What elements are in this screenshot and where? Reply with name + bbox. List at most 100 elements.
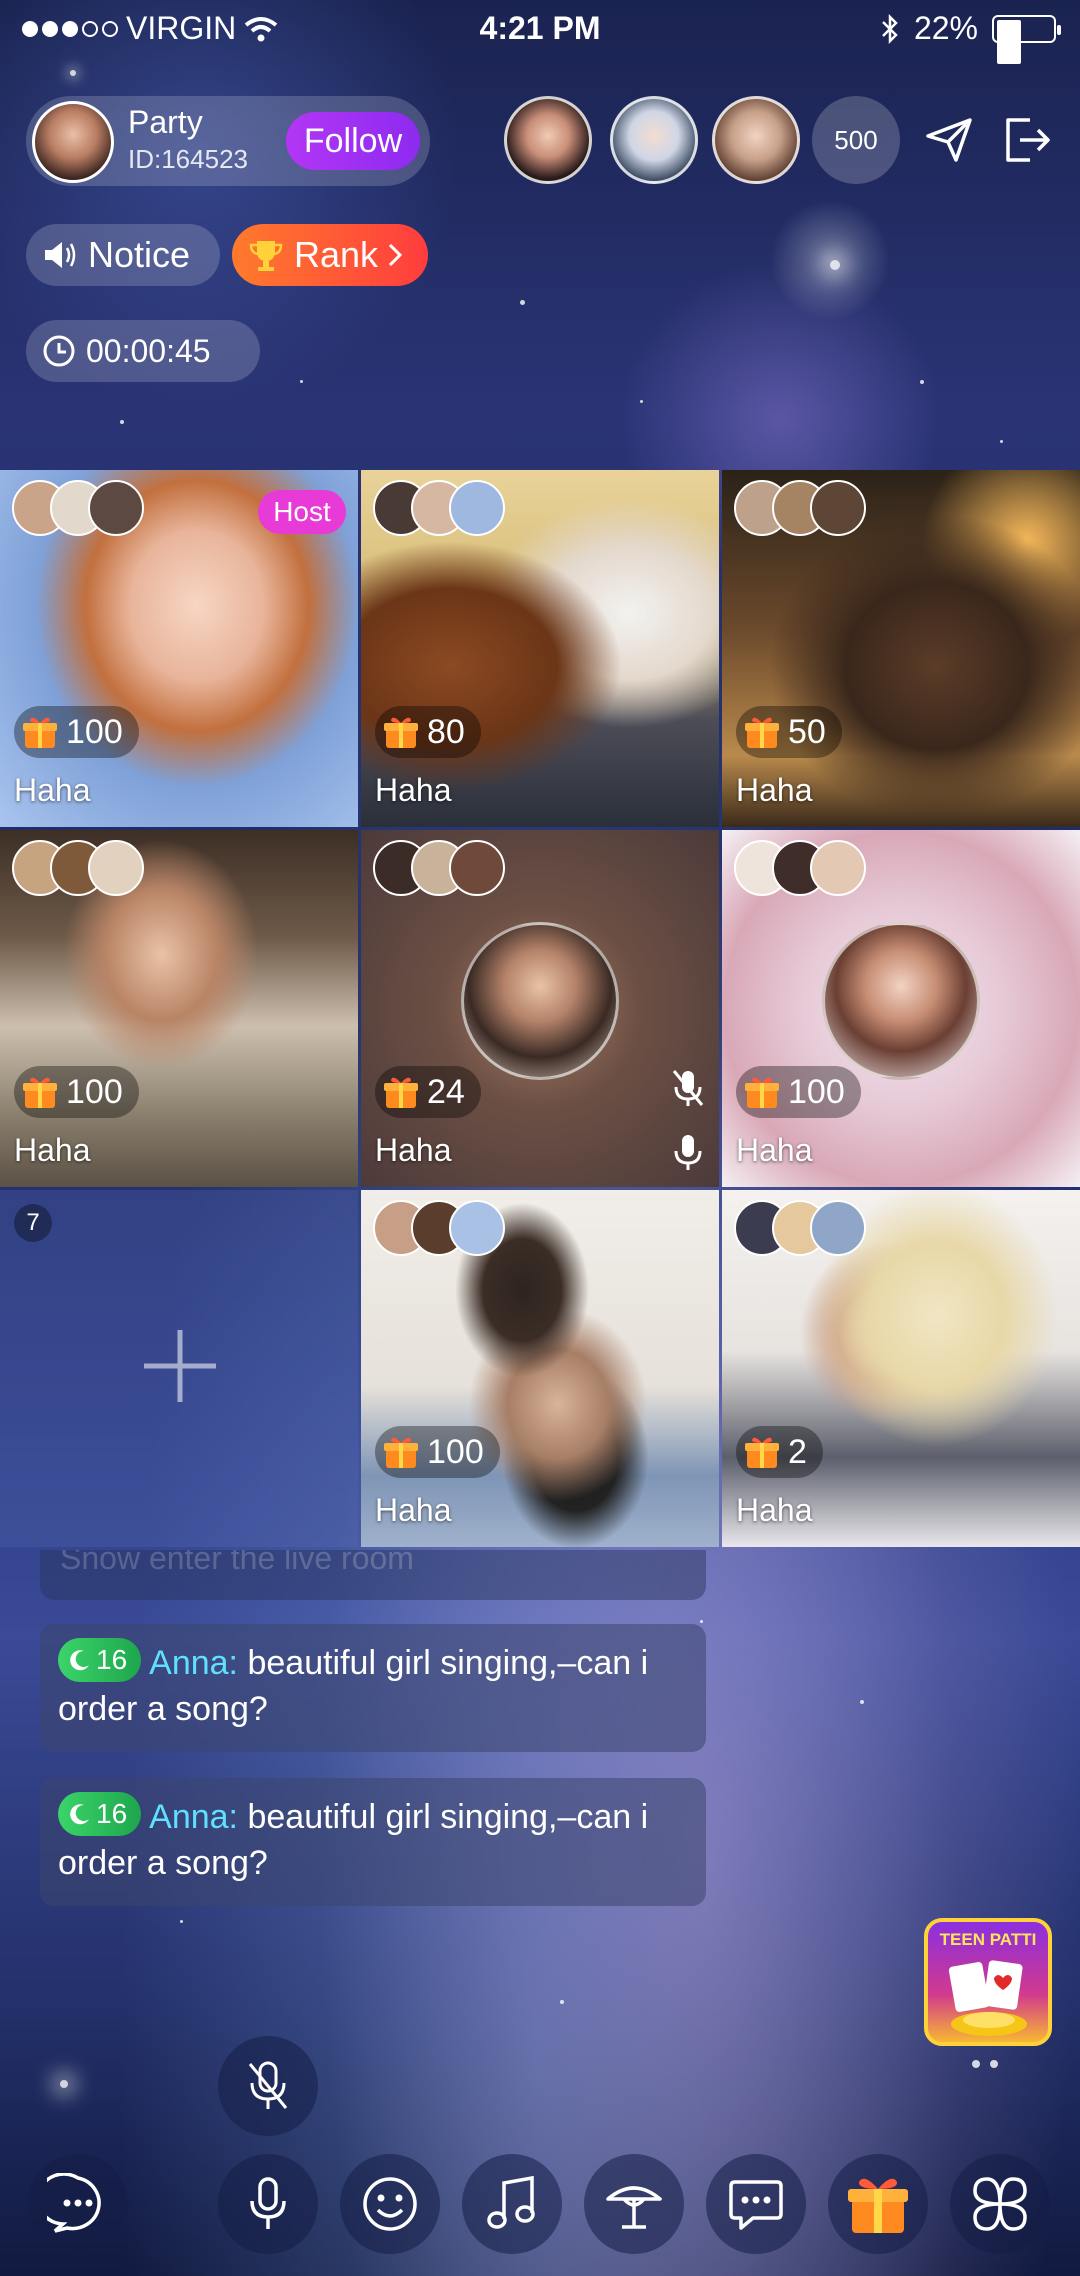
gift-count: 80 bbox=[427, 712, 465, 751]
gift-button[interactable] bbox=[828, 2154, 928, 2254]
level-number: 16 bbox=[96, 1644, 128, 1675]
seat-grid: Host 100 Haha 80 Haha 50 Haha 100 Haha 2… bbox=[0, 470, 1080, 1548]
exit-icon[interactable] bbox=[1000, 114, 1054, 166]
message-button[interactable] bbox=[706, 2154, 806, 2254]
chat-button[interactable] bbox=[28, 2154, 128, 2254]
supporter-avatar bbox=[810, 480, 866, 536]
mic-icon bbox=[674, 1135, 702, 1170]
moon-icon bbox=[70, 1650, 89, 1671]
seat-avatar bbox=[822, 922, 980, 1080]
seat[interactable]: 80 Haha bbox=[361, 470, 719, 827]
gift-icon bbox=[384, 1437, 418, 1468]
seat-avatar bbox=[461, 922, 619, 1080]
gift-icon bbox=[745, 1437, 779, 1468]
room-id: ID:164523 bbox=[128, 144, 248, 174]
viewer-avatar[interactable] bbox=[504, 96, 592, 184]
gift-count: 2 bbox=[788, 1432, 807, 1471]
gift-count-badge: 100 bbox=[14, 1066, 139, 1118]
more-apps-icon bbox=[973, 2177, 1027, 2231]
seat-supporters bbox=[734, 840, 866, 896]
empty-seat[interactable]: 7 bbox=[0, 1190, 358, 1547]
viewer-avatar[interactable] bbox=[610, 96, 698, 184]
share-icon[interactable] bbox=[924, 114, 976, 166]
gift-icon bbox=[384, 717, 418, 748]
teen-patti-game-button[interactable]: TEEN PATTI bbox=[924, 1918, 1052, 2046]
music-icon bbox=[487, 2175, 535, 2229]
lamp-icon bbox=[606, 2186, 662, 2229]
gift-count-badge: 2 bbox=[736, 1426, 823, 1478]
notice-button[interactable]: Notice bbox=[26, 224, 220, 286]
chat-username[interactable]: Anna: bbox=[149, 1644, 238, 1682]
seat[interactable]: 24 Haha bbox=[361, 830, 719, 1187]
mic-muted-icon bbox=[672, 1070, 704, 1106]
room-name: Party bbox=[128, 104, 203, 140]
gift-count: 100 bbox=[427, 1432, 484, 1471]
cards-icon bbox=[948, 1960, 1027, 2036]
seat[interactable]: 100 Haha bbox=[0, 830, 358, 1187]
chat-message[interactable]: 16 Anna: beautiful girl singing,–can i o… bbox=[40, 1624, 706, 1752]
lamp-button[interactable] bbox=[584, 2154, 684, 2254]
mute-toggle[interactable] bbox=[218, 2036, 318, 2136]
rank-label: Rank bbox=[294, 234, 379, 275]
seat-supporters bbox=[12, 840, 144, 896]
gift-count-badge: 24 bbox=[375, 1066, 481, 1118]
battery-percent: 22% bbox=[913, 10, 978, 46]
mic-button[interactable] bbox=[218, 2154, 318, 2254]
clock-icon bbox=[43, 335, 75, 367]
gift-icon bbox=[745, 717, 779, 748]
gift-count: 24 bbox=[427, 1072, 465, 1111]
chat-username[interactable]: Anna: bbox=[149, 1798, 238, 1836]
seat[interactable]: Host 100 Haha bbox=[0, 470, 358, 827]
game-page-indicator bbox=[972, 2060, 998, 2068]
notice-label: Notice bbox=[88, 234, 191, 275]
supporter-avatar bbox=[810, 1200, 866, 1256]
seat-name: Haha bbox=[14, 772, 91, 808]
supporter-avatar bbox=[88, 480, 144, 536]
user-level-badge: 16 bbox=[58, 1792, 142, 1836]
follow-button[interactable]: Follow bbox=[286, 112, 420, 170]
seat[interactable]: 100 Haha bbox=[722, 830, 1080, 1187]
chat-text: beautiful girl singing,–can i order a so… bbox=[58, 1798, 649, 1882]
mic-icon bbox=[250, 2177, 286, 2229]
user-level-badge: 16 bbox=[58, 1638, 142, 1682]
gift-icon bbox=[23, 717, 57, 748]
seat-supporters bbox=[373, 1200, 505, 1256]
seat-supporters bbox=[373, 840, 505, 896]
room-owner-card[interactable]: Party ID:164523 Follow bbox=[26, 96, 430, 186]
plus-icon bbox=[144, 1330, 216, 1402]
chat-text: Snow enter the live room bbox=[60, 1550, 414, 1576]
supporter-avatar bbox=[810, 840, 866, 896]
bluetooth-icon bbox=[882, 13, 898, 44]
game-title: TEEN PATTI bbox=[939, 1930, 1037, 1949]
seat[interactable]: 2 Haha bbox=[722, 1190, 1080, 1547]
more-apps-button[interactable] bbox=[950, 2154, 1050, 2254]
gift-icon bbox=[745, 1077, 779, 1108]
gift-count: 50 bbox=[788, 712, 826, 751]
supporter-avatar bbox=[88, 840, 144, 896]
chat-message[interactable]: 16 Anna: beautiful girl singing,–can i o… bbox=[40, 1778, 706, 1906]
owner-avatar[interactable] bbox=[32, 101, 114, 183]
gift-count-badge: 100 bbox=[375, 1426, 500, 1478]
chevron-right-icon bbox=[388, 243, 403, 267]
room-timer: 00:00:45 bbox=[26, 320, 260, 382]
seat[interactable]: 50 Haha bbox=[722, 470, 1080, 827]
viewer-avatar[interactable] bbox=[712, 96, 800, 184]
host-tag: Host bbox=[258, 490, 346, 534]
seat[interactable]: 100 Haha bbox=[361, 1190, 719, 1547]
emoji-button[interactable] bbox=[340, 2154, 440, 2254]
gift-count-badge: 100 bbox=[736, 1066, 861, 1118]
timer-value: 00:00:45 bbox=[86, 332, 211, 369]
gift-count-badge: 50 bbox=[736, 706, 842, 758]
gift-count-badge: 100 bbox=[14, 706, 139, 758]
level-number: 16 bbox=[96, 1798, 128, 1829]
gift-count: 100 bbox=[66, 1072, 123, 1111]
rank-button[interactable]: Rank bbox=[232, 224, 428, 286]
chat-bubble-icon bbox=[47, 2173, 101, 2233]
message-icon bbox=[729, 2180, 783, 2230]
online-count[interactable]: 500 bbox=[812, 96, 900, 184]
seat-supporters bbox=[734, 480, 866, 536]
supporter-avatar bbox=[449, 840, 505, 896]
seat-name: Haha bbox=[736, 772, 813, 808]
music-button[interactable] bbox=[462, 2154, 562, 2254]
seat-supporters bbox=[12, 480, 144, 536]
